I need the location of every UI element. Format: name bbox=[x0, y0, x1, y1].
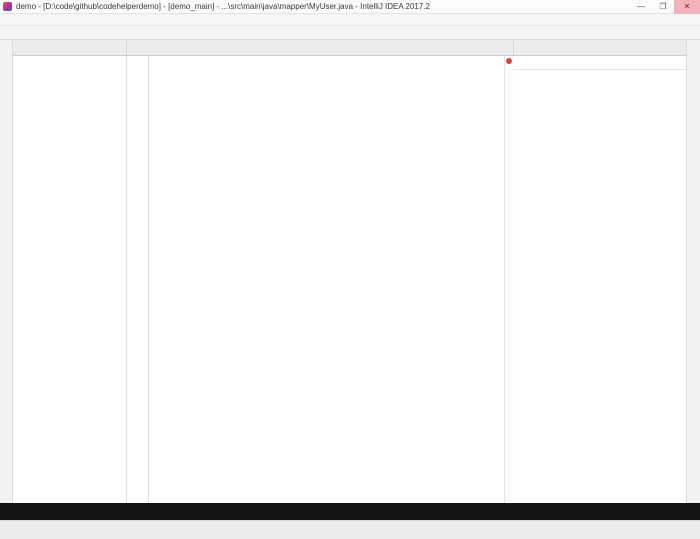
gradle-tree bbox=[513, 70, 686, 72]
minimize-button[interactable]: — bbox=[630, 0, 652, 14]
gradle-panel bbox=[513, 56, 686, 503]
left-tool-strip bbox=[0, 40, 13, 503]
editor-gutter bbox=[127, 56, 149, 503]
close-button[interactable]: ✕ bbox=[674, 0, 700, 14]
tab-row bbox=[13, 40, 686, 56]
code-editor[interactable] bbox=[149, 56, 504, 503]
windows-taskbar bbox=[0, 503, 700, 520]
navigation-bar bbox=[0, 26, 700, 40]
gradle-panel-header[interactable] bbox=[513, 40, 686, 55]
maximize-button[interactable]: ❐ bbox=[652, 0, 674, 14]
project-tree bbox=[13, 56, 127, 503]
project-panel-header[interactable] bbox=[13, 40, 127, 55]
error-indicator-icon bbox=[506, 58, 512, 64]
error-stripe[interactable] bbox=[504, 56, 513, 503]
window-title: demo - [D:\code\github\codehelperdemo] -… bbox=[16, 2, 430, 11]
intellij-logo-icon bbox=[3, 2, 12, 11]
editor-tabs bbox=[127, 40, 513, 55]
right-tool-strip bbox=[686, 40, 700, 503]
desktop-strip bbox=[0, 520, 700, 539]
menu-bar bbox=[0, 14, 700, 26]
intellij-window: demo - [D:\code\github\codehelperdemo] -… bbox=[0, 0, 700, 539]
gradle-toolbar bbox=[513, 56, 686, 70]
title-bar: demo - [D:\code\github\codehelperdemo] -… bbox=[0, 0, 700, 14]
